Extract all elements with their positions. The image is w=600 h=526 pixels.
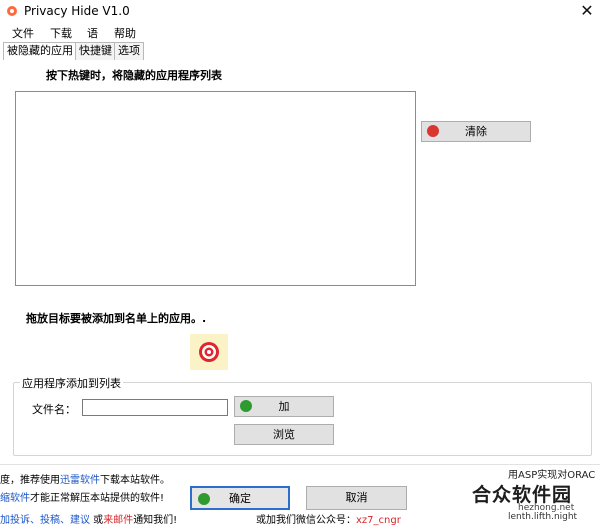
close-icon[interactable]: ✕ — [576, 1, 598, 21]
footer-text: 下载本站软件。 — [100, 475, 170, 486]
footer-text: 或 — [90, 515, 104, 526]
clear-button[interactable]: 清除 — [421, 121, 531, 142]
filename-label: 文件名： — [32, 403, 76, 416]
footer-text: 度，推荐使用 — [0, 475, 60, 486]
app-icon — [7, 6, 17, 16]
cancel-button[interactable]: 取消 — [306, 486, 407, 510]
list-heading: 按下热键时，将隐藏的应用程序列表 — [46, 69, 222, 82]
footer-link-email[interactable]: 来邮件 — [103, 515, 133, 526]
add-button[interactable]: 加 — [234, 396, 334, 417]
window-title: Privacy Hide V1.0 — [24, 4, 130, 18]
footer-link-xunlei[interactable]: 迅雷软件 — [60, 475, 100, 486]
ok-button[interactable]: 确定 — [190, 486, 290, 510]
menu-item-download[interactable]: 下载 — [50, 25, 72, 41]
tab-hotkeys[interactable]: 快捷键 — [75, 42, 116, 60]
background-text: 用ASP实现对ORAC — [508, 470, 596, 481]
tab-strip: 被隐藏的应用 快捷键 选项 — [0, 42, 600, 61]
ok-button-label: 确定 — [229, 492, 251, 505]
tab-hidden-apps[interactable]: 被隐藏的应用 — [3, 42, 77, 61]
wechat-id: xz7_cngr — [356, 515, 401, 526]
footer-text: 才能正常解压本站提供的软件! — [30, 493, 165, 504]
menu-item-language[interactable]: 语 — [87, 25, 98, 41]
footer-line-1: 度，推荐使用迅雷软件下载本站软件。 — [0, 471, 170, 486]
footer-line-2: 缩软件才能正常解压本站提供的软件! — [0, 489, 164, 504]
check-icon — [198, 493, 210, 505]
browse-button[interactable]: 浏览 — [234, 424, 334, 445]
menu-item-help[interactable]: 帮助 — [114, 25, 136, 41]
hidden-apps-list[interactable] — [15, 91, 416, 286]
footer-link-unzip[interactable]: 缩软件 — [0, 493, 30, 504]
footer-link-feedback[interactable]: 加投诉、投稿、建议 — [0, 515, 90, 526]
menu-bar: 文件 下载 语 帮助 — [0, 22, 600, 42]
menu-item-file[interactable]: 文件 — [12, 25, 34, 41]
footer-text: 通知我们! — [133, 515, 178, 526]
group-legend: 应用程序添加到列表 — [20, 375, 123, 391]
background-text: lenth.lifth.night — [508, 512, 578, 522]
tab-options[interactable]: 选项 — [114, 42, 144, 60]
target-icon — [199, 342, 219, 362]
footer-text: 或加我们微信公众号： — [256, 515, 356, 526]
filename-input[interactable] — [82, 399, 228, 416]
plus-icon — [240, 400, 252, 412]
drag-target[interactable] — [190, 334, 228, 370]
add-button-label: 加 — [278, 400, 290, 413]
drag-instruction: 拖放目标要被添加到名单上的应用。. — [26, 312, 207, 325]
clear-button-label: 清除 — [465, 125, 487, 138]
delete-icon — [427, 125, 439, 137]
